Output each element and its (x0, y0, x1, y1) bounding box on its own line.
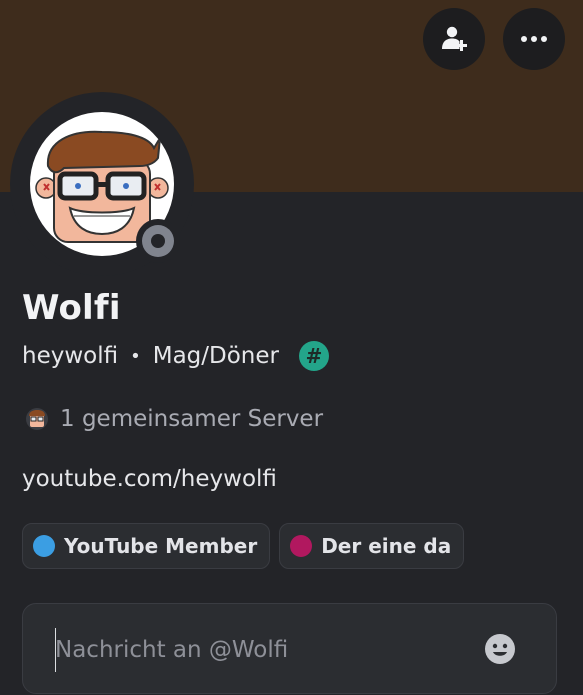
emoji-icon[interactable] (484, 633, 516, 665)
roles-list: YouTube Member Der eine da (22, 523, 473, 569)
role-color-swatch (33, 535, 55, 557)
role-label: YouTube Member (64, 534, 258, 558)
offline-status-icon (142, 225, 174, 257)
role-color-swatch (290, 535, 313, 557)
server-icon (26, 408, 48, 430)
more-options-icon (521, 36, 547, 42)
username: heywolfi (22, 343, 119, 369)
display-name: Wolfi (22, 288, 121, 328)
mutual-servers-label: 1 gemeinsamer Server (60, 406, 324, 432)
bio-link[interactable]: youtube.com/heywolfi (22, 466, 277, 492)
mutual-servers-link[interactable]: 1 gemeinsamer Server (26, 406, 323, 432)
pronouns: Mag/Döner (152, 343, 279, 369)
message-input[interactable] (55, 604, 475, 695)
profile-tagline: heywolfi • Mag/Döner # (22, 341, 329, 371)
separator-dot: • (130, 345, 141, 367)
message-composer[interactable] (22, 603, 557, 695)
add-friend-icon (442, 26, 467, 51)
role-der-eine-da[interactable]: Der eine da (279, 523, 465, 569)
role-label: Der eine da (321, 534, 452, 558)
status-indicator (136, 219, 180, 263)
server-tag-badge[interactable]: # (299, 341, 329, 371)
role-youtube-member[interactable]: YouTube Member (22, 523, 271, 569)
add-friend-button[interactable] (423, 8, 485, 70)
more-options-button[interactable] (503, 8, 565, 70)
